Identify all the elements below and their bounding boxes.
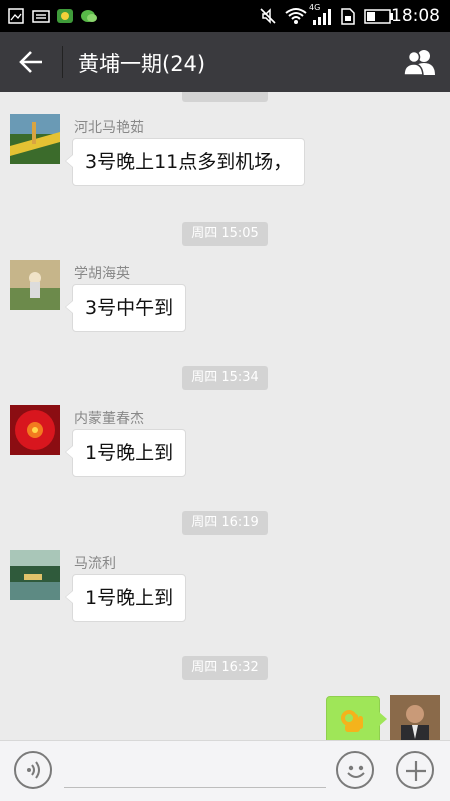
voice-button[interactable]	[14, 751, 52, 789]
app-notification-icon	[57, 9, 73, 23]
input-bar	[0, 740, 450, 801]
add-button[interactable]	[396, 751, 434, 789]
emoji-button[interactable]	[336, 751, 374, 789]
keyboard-notification-icon	[32, 10, 50, 23]
battery-icon	[364, 9, 393, 24]
chat-title: 黄埔一期(24)	[78, 52, 206, 76]
timestamp: 周四 15:34	[182, 366, 268, 390]
gallery-notification-icon	[8, 8, 24, 24]
silent-mode-icon	[260, 8, 276, 24]
message-bubble[interactable]: 1号晚上到	[64, 429, 187, 477]
group-members-icon[interactable]	[402, 48, 438, 76]
smiley-icon	[347, 765, 365, 778]
chat-header: 黄埔一期(24)	[0, 32, 450, 92]
sim-icon	[341, 8, 355, 25]
signal-icon	[313, 9, 331, 25]
sender-name: 内蒙董春杰	[74, 411, 144, 427]
voice-icon	[27, 761, 40, 779]
header-divider	[62, 46, 63, 78]
outgoing-message-bubble[interactable]	[326, 696, 387, 740]
message-input-underline	[64, 787, 326, 788]
message-bubble[interactable]: 1号晚上到	[64, 574, 187, 622]
sender-name: 学胡海英	[74, 266, 130, 282]
wifi-icon	[285, 8, 307, 24]
timestamp: 周四 16:32	[182, 656, 268, 680]
ok-hand-emoji-icon	[341, 710, 363, 732]
message-bubble[interactable]: 3号晚上11点多到机场，	[64, 138, 306, 186]
status-bar: 4G 18:08	[0, 0, 450, 32]
sender-name: 马流利	[74, 556, 116, 572]
timestamp: 周四 16:19	[182, 511, 268, 535]
self-avatar[interactable]	[390, 695, 440, 740]
message-list[interactable]: 河北马艳茹 3号晚上11点多到机场， 周四 15:05 学胡海英 3号中午到 周…	[0, 92, 450, 740]
timestamp-clipped	[182, 92, 268, 102]
timestamp: 周四 15:05	[182, 222, 268, 246]
arrow-left-icon[interactable]	[18, 50, 44, 74]
plus-icon	[406, 761, 426, 781]
avatar[interactable]	[10, 260, 60, 310]
sender-name: 河北马艳茹	[74, 120, 144, 136]
message-bubble[interactable]: 3号中午到	[64, 284, 187, 332]
message-input[interactable]	[64, 749, 326, 787]
status-time: 18:08	[391, 6, 440, 26]
avatar[interactable]	[10, 114, 60, 164]
wechat-notification-icon	[81, 10, 97, 22]
avatar[interactable]	[10, 405, 60, 455]
avatar[interactable]	[10, 550, 60, 600]
